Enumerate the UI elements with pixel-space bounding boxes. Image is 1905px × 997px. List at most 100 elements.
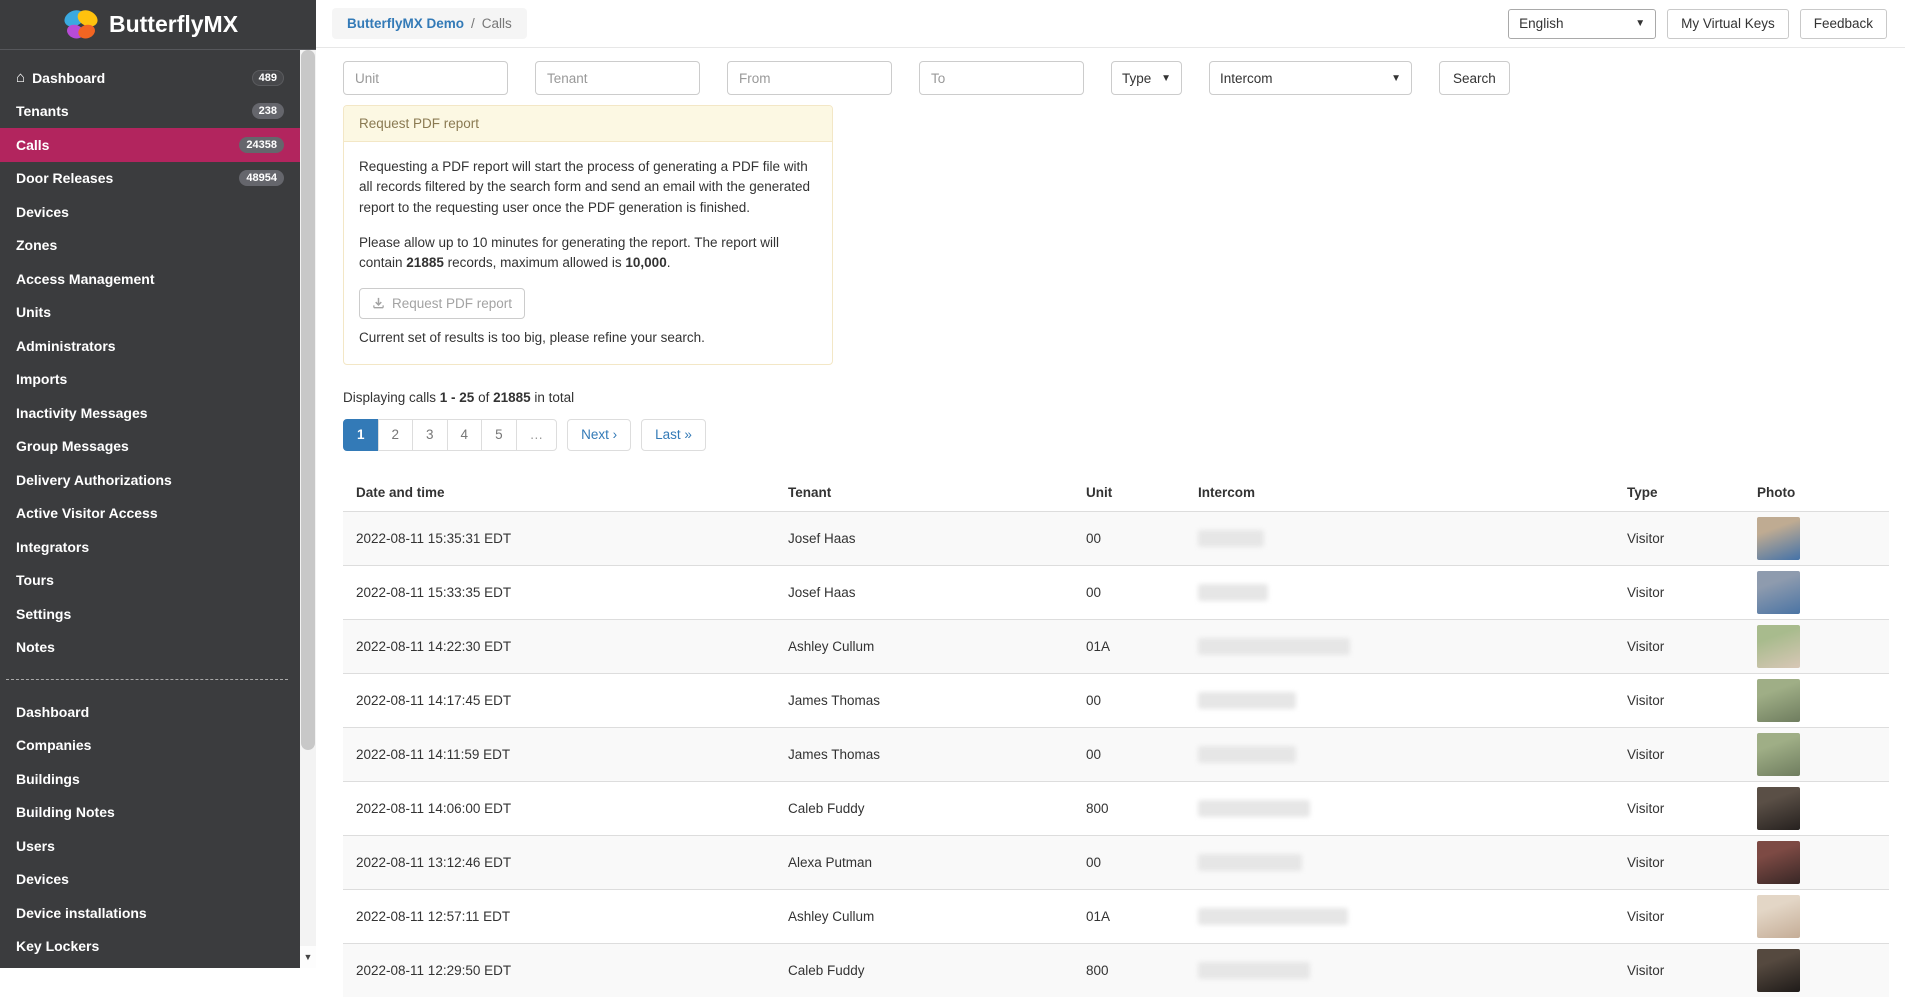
pagination: 12345…Next ›Last »: [343, 419, 1889, 451]
call-row: 2022-08-11 13:12:46 EDTAlexa Putman00Vis…: [343, 835, 1889, 889]
sidebar-item-integrators[interactable]: Integrators: [0, 530, 300, 564]
intercom-redacted-value: [1198, 530, 1264, 547]
sidebar-scrollbar-track[interactable]: ▼: [300, 50, 316, 968]
call-photo-cell: [1744, 943, 1889, 997]
call-tenant: James Thomas: [775, 727, 1073, 781]
unit-filter-input[interactable]: [343, 61, 508, 95]
call-photo-thumbnail[interactable]: [1757, 841, 1800, 884]
sidebar-item-notes[interactable]: Notes: [0, 631, 300, 665]
call-row: 2022-08-11 12:29:50 EDTCaleb Fuddy800Vis…: [343, 943, 1889, 997]
chevron-down-icon: ▼: [1391, 73, 1401, 84]
top-bar: ButterflyMX Demo / Calls English ▼ My Vi…: [316, 0, 1905, 48]
count-badge: 24358: [239, 137, 284, 153]
call-photo-thumbnail[interactable]: [1757, 517, 1800, 560]
intercom-select-value: Intercom: [1220, 71, 1273, 86]
intercom-select[interactable]: Intercom ▼: [1209, 61, 1412, 95]
sidebar-item-companies[interactable]: Companies: [0, 729, 300, 763]
column-header-type: Type: [1614, 477, 1744, 512]
sidebar-scrollbar-down-arrow-icon[interactable]: ▼: [300, 946, 316, 968]
to-date-input[interactable]: [919, 61, 1084, 95]
sidebar-item-key-lockers[interactable]: Key Lockers: [0, 930, 300, 964]
call-photo-thumbnail[interactable]: [1757, 679, 1800, 722]
sidebar-item-label: Delivery Authorizations: [16, 472, 284, 488]
sidebar-item-label: Key Lockers: [16, 938, 284, 954]
calls-filter-bar: Type ▼ Intercom ▼ Search: [343, 61, 1889, 95]
tenant-filter-input[interactable]: [535, 61, 700, 95]
sidebar-item-units[interactable]: Units: [0, 296, 300, 330]
sidebar-item-group-messages[interactable]: Group Messages: [0, 430, 300, 464]
sidebar-scrollbar-thumb[interactable]: [301, 50, 315, 750]
call-photo-thumbnail[interactable]: [1757, 625, 1800, 668]
search-button[interactable]: Search: [1439, 61, 1510, 95]
call-intercom: [1185, 511, 1614, 565]
call-photo-thumbnail[interactable]: [1757, 787, 1800, 830]
sidebar-item-active-visitor-access[interactable]: Active Visitor Access: [0, 497, 300, 531]
column-header-tenant: Tenant: [775, 477, 1073, 512]
call-row: 2022-08-11 14:22:30 EDTAshley Cullum01AV…: [343, 619, 1889, 673]
call-intercom: [1185, 889, 1614, 943]
butterflymx-logo[interactable]: ButterflyMX: [0, 0, 316, 50]
sidebar-item-devices[interactable]: Devices: [0, 863, 300, 897]
call-unit: 800: [1073, 781, 1185, 835]
sidebar-item-tours[interactable]: Tours: [0, 564, 300, 598]
call-datetime: 2022-08-11 14:22:30 EDT: [343, 619, 775, 673]
sidebar-item-dashboard[interactable]: ⌂Dashboard489: [0, 61, 300, 95]
sidebar-item-calls[interactable]: Calls24358: [0, 128, 300, 162]
request-pdf-report-button[interactable]: Request PDF report: [359, 288, 525, 319]
call-intercom: [1185, 673, 1614, 727]
call-row: 2022-08-11 15:35:31 EDTJosef Haas00Visit…: [343, 511, 1889, 565]
type-select[interactable]: Type ▼: [1111, 61, 1182, 95]
page-button-5[interactable]: 5: [481, 419, 517, 451]
call-photo-thumbnail[interactable]: [1757, 949, 1800, 992]
sidebar-item-settings[interactable]: Settings: [0, 597, 300, 631]
sidebar-item-device-installations[interactable]: Device installations: [0, 896, 300, 930]
request-pdf-panel: Request PDF report Requesting a PDF repo…: [343, 105, 833, 365]
sidebar-item-label: Group Messages: [16, 438, 284, 454]
intercom-redacted-value: [1198, 962, 1310, 979]
my-virtual-keys-button[interactable]: My Virtual Keys: [1667, 9, 1789, 39]
sidebar-item-access-management[interactable]: Access Management: [0, 262, 300, 296]
call-photo-thumbnail[interactable]: [1757, 895, 1800, 938]
sidebar-item-buildings[interactable]: Buildings: [0, 762, 300, 796]
sidebar-item-inactivity-messages[interactable]: Inactivity Messages: [0, 396, 300, 430]
sidebar-item-label: Tours: [16, 572, 284, 588]
sidebar-item-delivery-authorizations[interactable]: Delivery Authorizations: [0, 463, 300, 497]
page-button-1[interactable]: 1: [343, 419, 379, 451]
call-photo-thumbnail[interactable]: [1757, 571, 1800, 614]
page-button-2[interactable]: 2: [378, 419, 414, 451]
count-badge: 48954: [239, 170, 284, 186]
sidebar-item-label: Companies: [16, 737, 284, 753]
call-datetime: 2022-08-11 13:12:46 EDT: [343, 835, 775, 889]
sidebar-item-users[interactable]: Users: [0, 829, 300, 863]
call-row: 2022-08-11 14:17:45 EDTJames Thomas00Vis…: [343, 673, 1889, 727]
from-date-input[interactable]: [727, 61, 892, 95]
call-unit: 00: [1073, 511, 1185, 565]
sidebar-item-door-releases[interactable]: Door Releases48954: [0, 162, 300, 196]
sidebar-item-label: Calls: [16, 137, 239, 153]
sidebar-item-devices[interactable]: Devices: [0, 195, 300, 229]
call-photo-thumbnail[interactable]: [1757, 733, 1800, 776]
breadcrumb-link-building[interactable]: ButterflyMX Demo: [347, 16, 464, 31]
request-pdf-panel-title: Request PDF report: [344, 106, 832, 142]
page-button-4[interactable]: 4: [447, 419, 483, 451]
last-page-button[interactable]: Last »: [641, 419, 706, 451]
sidebar-item-administrators[interactable]: Administrators: [0, 329, 300, 363]
page-button-3[interactable]: 3: [412, 419, 448, 451]
sidebar-item-building-notes[interactable]: Building Notes: [0, 796, 300, 830]
sidebar-item-tenants[interactable]: Tenants238: [0, 95, 300, 129]
language-select[interactable]: English ▼: [1508, 9, 1656, 39]
next-page-button[interactable]: Next ›: [567, 419, 631, 451]
sidebar-item-zones[interactable]: Zones: [0, 229, 300, 263]
chevron-down-icon: ▼: [1161, 73, 1171, 84]
call-intercom: [1185, 943, 1614, 997]
sidebar-item-imports[interactable]: Imports: [0, 363, 300, 397]
feedback-button[interactable]: Feedback: [1800, 9, 1887, 39]
sidebar-item-label: Device installations: [16, 905, 284, 921]
main-area: ButterflyMX Demo / Calls English ▼ My Vi…: [316, 0, 1905, 968]
sidebar-item-label: Users: [16, 838, 284, 854]
results-too-big-warning: Current set of results is too big, pleas…: [359, 328, 817, 348]
intercom-redacted-value: [1198, 746, 1296, 763]
sidebar-item-dashboard[interactable]: Dashboard: [0, 695, 300, 729]
column-header-date-and-time: Date and time: [343, 477, 775, 512]
call-type: Visitor: [1614, 943, 1744, 997]
